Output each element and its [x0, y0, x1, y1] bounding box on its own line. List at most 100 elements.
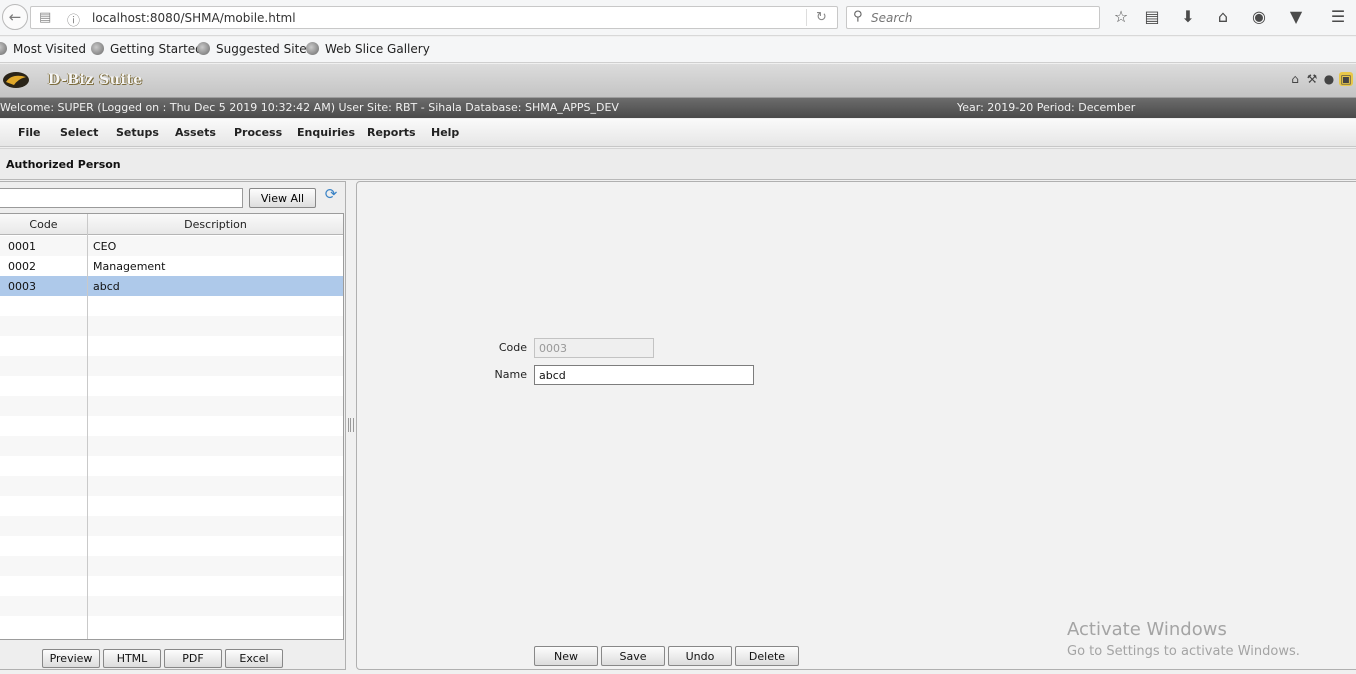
home-icon[interactable]: ⌂ — [1288, 72, 1302, 86]
bookmark-label: Web Slice Gallery — [325, 42, 430, 56]
menu-help[interactable]: Help — [431, 126, 459, 139]
bookmark-star-icon[interactable]: ☆ — [1110, 7, 1132, 29]
cell-code: 0002 — [8, 260, 36, 273]
preview-button[interactable]: Preview — [42, 649, 100, 668]
app-logo-icon — [3, 72, 29, 88]
globe-icon — [306, 42, 319, 55]
filter-input[interactable] — [0, 188, 243, 208]
empty-table-row — [0, 436, 343, 456]
panel-splitter[interactable] — [348, 418, 354, 432]
table-row[interactable]: 0003 abcd — [0, 276, 343, 296]
empty-table-row — [0, 536, 343, 556]
bookmarks-toolbar: Most Visited Getting Started Suggested S… — [0, 37, 1356, 63]
empty-table-row — [0, 296, 343, 316]
empty-table-row — [0, 616, 343, 636]
empty-table-row — [0, 396, 343, 416]
globe-icon — [91, 42, 104, 55]
home-icon[interactable]: ⌂ — [1212, 7, 1234, 29]
browser-toolbar: ← ▤ ⓘ localhost:8080/SHMA/mobile.html ↻ … — [0, 0, 1356, 36]
welcome-bar: Welcome: SUPER (Logged on : Thu Dec 5 20… — [0, 98, 1356, 118]
empty-table-row — [0, 556, 343, 576]
bookmark-label: Getting Started — [110, 42, 203, 56]
menu-file[interactable]: File — [18, 126, 41, 139]
table-row[interactable]: 0001 CEO — [0, 236, 343, 256]
reload-icon[interactable]: ↻ — [816, 10, 827, 25]
name-field[interactable] — [534, 365, 754, 385]
empty-table-row — [0, 316, 343, 336]
column-separator — [87, 214, 88, 639]
cell-description: abcd — [93, 280, 120, 293]
globe-icon — [0, 42, 7, 55]
empty-table-row — [0, 336, 343, 356]
grid-header: Code Description — [0, 214, 343, 235]
code-label: Code — [498, 341, 527, 354]
tools-icon[interactable]: ⚒ — [1305, 72, 1319, 86]
name-label: Name — [494, 368, 527, 381]
reading-list-icon[interactable]: ▤ — [1141, 7, 1163, 29]
main-menu: File Select Setups Assets Process Enquir… — [0, 119, 1356, 147]
menu-enquiries[interactable]: Enquiries — [297, 126, 355, 139]
pocket-icon[interactable]: ▼ — [1285, 7, 1307, 29]
cell-code: 0001 — [8, 240, 36, 253]
bookmark-label: Suggested Sites — [216, 42, 313, 56]
lock-icon[interactable]: ● — [1322, 72, 1336, 86]
welcome-text: Welcome: SUPER (Logged on : Thu Dec 5 20… — [0, 101, 619, 114]
app-header: D-Biz Suite ⌂ ⚒ ● ▣ — [0, 64, 1356, 98]
list-panel: View All ⟳ Code Description 0001 CEO 0002 M… — [0, 181, 346, 670]
bookmark-most-visited[interactable]: Most Visited — [0, 42, 86, 56]
year-period-text: Year: 2019-20 Period: December — [957, 101, 1136, 114]
code-field — [534, 338, 654, 358]
address-bar[interactable]: ▤ ⓘ localhost:8080/SHMA/mobile.html ↻ — [30, 6, 838, 29]
activation-watermark-title: Activate Windows — [1067, 619, 1227, 640]
view-all-button[interactable]: View All — [249, 188, 316, 208]
empty-table-row — [0, 596, 343, 616]
pdf-button[interactable]: PDF — [164, 649, 222, 668]
column-header-description[interactable]: Description — [88, 218, 343, 231]
info-icon[interactable]: ⓘ — [67, 10, 80, 29]
excel-button[interactable]: Excel — [225, 649, 283, 668]
refresh-icon[interactable]: ⟳ — [322, 185, 340, 203]
table-row[interactable]: 0002 Management — [0, 256, 343, 276]
menu-select[interactable]: Select — [60, 126, 98, 139]
browser-search-box[interactable]: ⚲ — [846, 6, 1100, 29]
menu-process[interactable]: Process — [234, 126, 282, 139]
records-grid: Code Description 0001 CEO 0002 Management 00… — [0, 213, 344, 640]
back-arrow-icon[interactable]: ← — [2, 4, 28, 30]
url-separator — [806, 9, 807, 26]
menu-setups[interactable]: Setups — [116, 126, 159, 139]
bookmark-getting-started[interactable]: Getting Started — [91, 42, 203, 56]
new-button[interactable]: New — [534, 646, 598, 666]
history-icon[interactable]: ▤ — [39, 10, 51, 25]
delete-button[interactable]: Delete — [735, 646, 799, 666]
menu-assets[interactable]: Assets — [175, 126, 216, 139]
cell-description: Management — [93, 260, 166, 273]
empty-table-row — [0, 356, 343, 376]
logout-icon[interactable]: ▣ — [1339, 72, 1353, 86]
empty-table-row — [0, 516, 343, 536]
empty-table-row — [0, 376, 343, 396]
detail-form-panel: Code Name New Save Undo Delete Activate … — [356, 181, 1356, 670]
undo-button[interactable]: Undo — [668, 646, 732, 666]
activation-watermark-subtitle: Go to Settings to activate Windows. — [1067, 644, 1300, 659]
menu-hamburger-icon[interactable]: ☰ — [1327, 7, 1349, 29]
empty-table-row — [0, 496, 343, 516]
download-icon[interactable]: ⬇ — [1177, 7, 1199, 29]
bookmark-web-slice-gallery[interactable]: Web Slice Gallery — [306, 42, 430, 56]
menu-reports[interactable]: Reports — [367, 126, 416, 139]
url-text: localhost:8080/SHMA/mobile.html — [92, 11, 296, 25]
cell-description: CEO — [93, 240, 117, 253]
html-button[interactable]: HTML — [103, 649, 161, 668]
chat-icon[interactable]: ◉ — [1248, 7, 1270, 29]
globe-icon — [197, 42, 210, 55]
cell-code: 0003 — [8, 280, 36, 293]
bookmark-suggested-sites[interactable]: Suggested Sites — [197, 42, 313, 56]
save-button[interactable]: Save — [601, 646, 665, 666]
empty-table-row — [0, 576, 343, 596]
page-title-bar: Authorized Person — [0, 148, 1356, 180]
browser-search-input[interactable] — [871, 10, 1091, 26]
app-brand: D-Biz Suite — [48, 72, 143, 88]
column-header-code[interactable]: Code — [0, 218, 87, 231]
bookmark-label: Most Visited — [13, 42, 87, 56]
page-title: Authorized Person — [6, 158, 121, 171]
empty-table-row — [0, 456, 343, 476]
